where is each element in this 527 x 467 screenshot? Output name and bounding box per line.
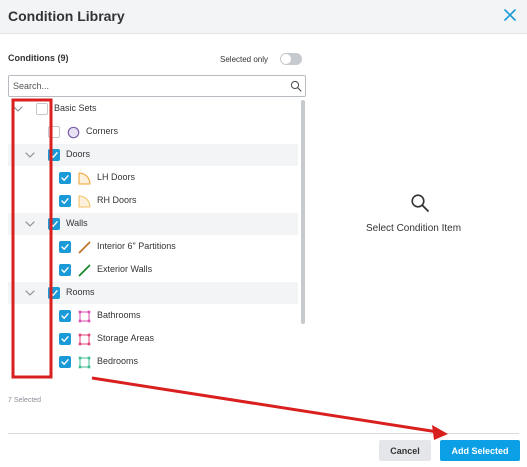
search-input[interactable] xyxy=(8,75,306,97)
conditions-heading: Conditions (9) xyxy=(8,53,69,63)
checkbox-checked[interactable] xyxy=(48,149,60,161)
annotation-arrow-line xyxy=(91,376,439,434)
checkmark-icon xyxy=(61,359,69,365)
area-square-icon xyxy=(78,356,91,369)
checkbox-checked[interactable] xyxy=(48,287,60,299)
tree-item-row[interactable]: Storage Areas xyxy=(8,328,298,350)
checkmark-icon xyxy=(50,290,58,296)
tree-item-label: Corners xyxy=(86,126,119,136)
door-arc-icon xyxy=(78,172,91,185)
selected-only-toggle[interactable] xyxy=(280,53,302,65)
tree-item-label: Bedrooms xyxy=(97,356,139,366)
tree-item-label: Interior 6" Partitions xyxy=(97,241,176,251)
tree-group-label: Basic Sets xyxy=(54,103,97,113)
checkbox-checked[interactable] xyxy=(59,241,71,253)
tree-item-row[interactable]: Corners xyxy=(8,121,298,143)
checkbox-checked[interactable] xyxy=(59,333,71,345)
tree-item-label: Exterior Walls xyxy=(97,264,153,274)
tree-group-row[interactable]: Walls xyxy=(8,213,298,235)
tree-item-row[interactable]: Exterior Walls xyxy=(8,259,298,281)
line-icon xyxy=(78,241,91,254)
dialog-title: Condition Library xyxy=(8,8,125,24)
door-arc-icon xyxy=(78,195,91,208)
checkbox-checked[interactable] xyxy=(59,172,71,184)
tree-group-row[interactable]: Rooms xyxy=(8,282,298,304)
tree-item-label: Bathrooms xyxy=(97,310,141,320)
close-icon[interactable] xyxy=(501,6,519,24)
tree-group-row[interactable]: Basic Sets xyxy=(8,98,298,120)
tree-group-label: Walls xyxy=(66,218,88,228)
select-condition-item-label: Select Condition Item xyxy=(366,223,462,234)
chevron-down-icon[interactable] xyxy=(24,287,36,299)
checkbox-checked[interactable] xyxy=(59,264,71,276)
checkmark-icon xyxy=(50,221,58,227)
tree-item-row[interactable]: Bathrooms xyxy=(8,305,298,327)
checkbox-unchecked[interactable] xyxy=(36,103,48,115)
corner-circle-icon xyxy=(67,126,80,139)
checkmark-icon xyxy=(50,152,58,158)
checkbox-checked[interactable] xyxy=(59,195,71,207)
footer-divider xyxy=(8,433,519,434)
chevron-down-icon[interactable] xyxy=(24,218,36,230)
tree-item-label: Storage Areas xyxy=(97,333,155,343)
add-selected-button[interactable]: Add Selected xyxy=(440,440,520,461)
checkbox-checked[interactable] xyxy=(59,310,71,322)
condition-tree: Basic Sets Corners Doors LH Doors RH Doors Wa… xyxy=(8,98,306,374)
checkmark-icon xyxy=(61,198,69,204)
chevron-down-icon[interactable] xyxy=(24,149,36,161)
checkbox-checked[interactable] xyxy=(48,218,60,230)
area-square-icon xyxy=(78,333,91,346)
checkmark-icon xyxy=(61,313,69,319)
tree-item-row[interactable]: Bedrooms xyxy=(8,351,298,373)
tree-item-label: RH Doors xyxy=(97,195,137,205)
chevron-down-icon[interactable] xyxy=(12,103,24,115)
checkmark-icon xyxy=(61,175,69,181)
tree-group-row[interactable]: Doors xyxy=(8,144,298,166)
search-icon xyxy=(411,194,429,212)
tree-group-label: Doors xyxy=(66,149,91,159)
checkbox-checked[interactable] xyxy=(59,356,71,368)
line-icon xyxy=(78,264,91,277)
checkmark-icon xyxy=(61,244,69,250)
selected-only-label: Selected only xyxy=(220,55,269,64)
checkmark-icon xyxy=(61,336,69,342)
dialog-header: Condition Library xyxy=(0,0,527,34)
selected-count: 7 Selected xyxy=(8,397,42,404)
tree-item-row[interactable]: LH Doors xyxy=(8,167,298,189)
tree-item-row[interactable]: RH Doors xyxy=(8,190,298,212)
tree-group-label: Rooms xyxy=(66,287,95,297)
checkbox-unchecked[interactable] xyxy=(48,126,60,138)
tree-item-row[interactable]: Interior 6" Partitions xyxy=(8,236,298,258)
toggle-knob xyxy=(281,54,291,64)
checkmark-icon xyxy=(61,267,69,273)
area-square-icon xyxy=(78,310,91,323)
tree-item-label: LH Doors xyxy=(97,172,136,182)
tree-scrollbar[interactable] xyxy=(301,100,305,324)
cancel-button[interactable]: Cancel xyxy=(379,440,431,461)
